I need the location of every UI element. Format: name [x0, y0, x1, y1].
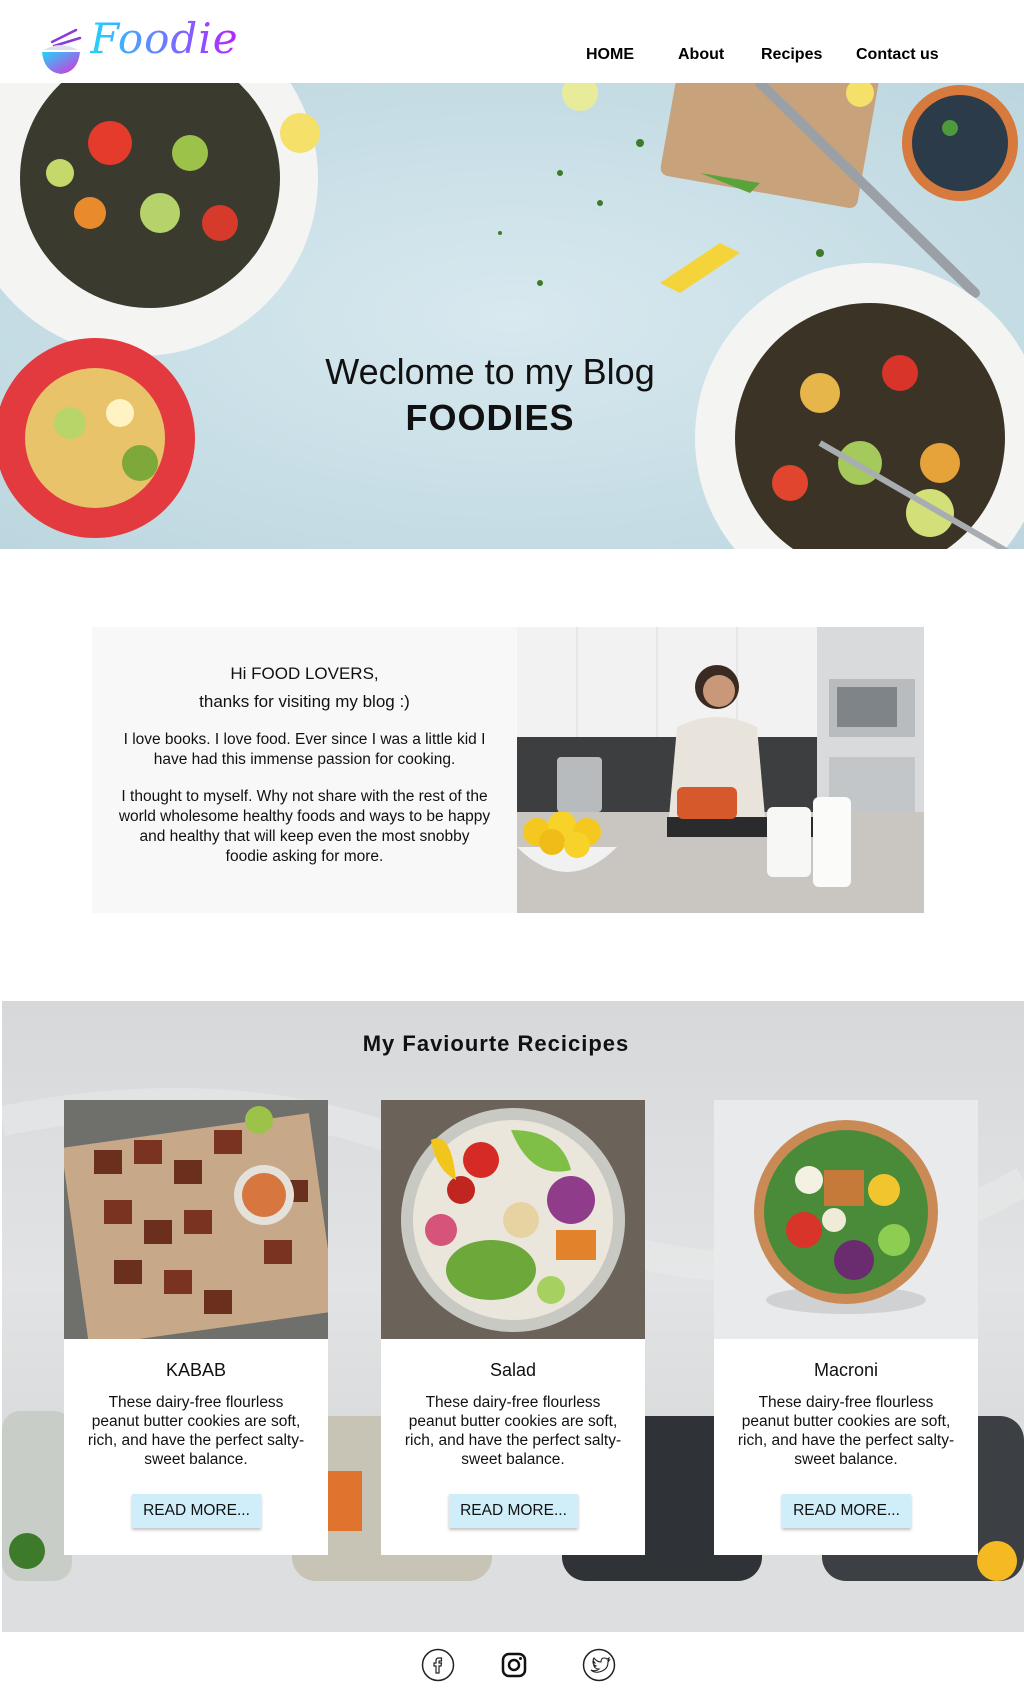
about-greeting: Hi FOOD LOVERS, [118, 663, 491, 685]
nav-home[interactable]: HOME [586, 46, 634, 64]
read-more-button[interactable]: READ MORE... [782, 1494, 911, 1528]
nav-recipes[interactable]: Recipes [761, 46, 822, 64]
hero-line2: FOODIES [405, 397, 575, 438]
cooking-photo [517, 627, 924, 913]
hero-banner: Weclome to my Blog FOODIES [0, 83, 1024, 549]
facebook-icon[interactable] [421, 1648, 455, 1682]
recipe-card[interactable]: Salad These dairy-free flourless peanut … [381, 1100, 645, 1555]
about-paragraph-2: I thought to myself. Why not share with … [118, 788, 491, 865]
hero-line1: Weclome to my Blog [325, 351, 655, 392]
recipe-name: Salad [489, 1360, 537, 1380]
about-thanks: thanks for visiting my blog :) [199, 692, 410, 711]
hero-food-image [0, 83, 1024, 549]
salad-photo [381, 1100, 645, 1339]
recipe-card[interactable]: KABAB These dairy-free flourless peanut … [64, 1100, 328, 1555]
about-text: Hi FOOD LOVERS, thanks for visiting my b… [92, 627, 517, 913]
foodie-logo[interactable]: Foodie [38, 12, 238, 74]
about-section: Hi FOOD LOVERS, thanks for visiting my b… [92, 627, 924, 913]
brand-name: Foodie [90, 14, 239, 63]
read-more-button[interactable]: READ MORE... [449, 1494, 578, 1528]
about-paragraph-1: I love books. I love food. Ever since I … [123, 731, 486, 768]
recipe-description: These dairy-free flourless peanut butter… [404, 1394, 622, 1468]
twitter-icon[interactable] [582, 1648, 616, 1682]
instagram-icon[interactable] [497, 1648, 531, 1682]
nav-contact[interactable]: Contact us [856, 46, 939, 64]
recipe-description: These dairy-free flourless peanut butter… [737, 1394, 955, 1468]
recipe-card[interactable]: Macroni These dairy-free flourless peanu… [714, 1100, 978, 1555]
recipe-name: KABAB [165, 1360, 227, 1380]
recipe-description: These dairy-free flourless peanut butter… [87, 1394, 305, 1468]
recipes-title: My Faviourte Recicipes [362, 1031, 630, 1056]
greeting-prefix: Hi [230, 664, 252, 683]
recipe-name: Macroni [813, 1360, 879, 1380]
read-more-button[interactable]: READ MORE... [132, 1494, 261, 1528]
bowl-icon [42, 28, 82, 74]
footer [0, 1632, 1024, 1697]
macroni-photo [714, 1100, 978, 1339]
nav-about[interactable]: About [678, 46, 724, 64]
greeting-highlight: FOOD LOVERS, [251, 664, 379, 683]
hero-heading: Weclome to my Blog FOODIES [0, 351, 980, 439]
recipes-section: My Faviourte Recicipes KABAB These dairy… [2, 1001, 1024, 1632]
navbar: Foodie HOME About Recipes Contact us [0, 0, 1024, 83]
kabab-photo [64, 1100, 328, 1339]
